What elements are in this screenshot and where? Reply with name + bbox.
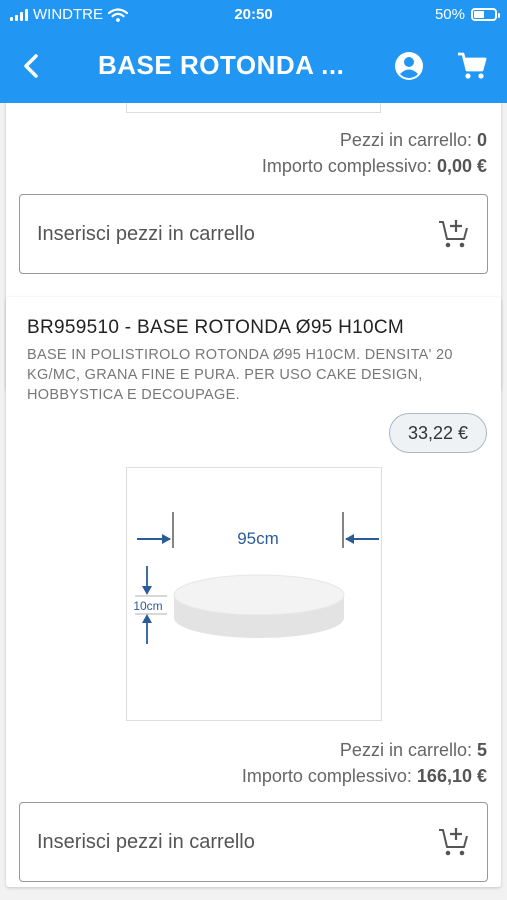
price-badge: 33,22 € bbox=[389, 413, 487, 453]
cart-pieces: Pezzi in carrello: 0 bbox=[262, 127, 487, 153]
product-illustration: 95cm 10cm bbox=[133, 512, 379, 644]
cart-pieces-value: 5 bbox=[476, 740, 487, 760]
status-bar: WINDTRE 20:50 50% bbox=[0, 0, 507, 30]
total-label: Importo complessivo: bbox=[241, 766, 412, 786]
product-card: BR959510 - BASE ROTONDA Ø95 H10CM BASE I… bbox=[6, 297, 501, 887]
status-time: 20:50 bbox=[234, 6, 273, 23]
add-shopping-cart-icon[interactable] bbox=[437, 217, 471, 251]
battery-percent: 50% bbox=[434, 6, 465, 23]
quantity-input[interactable]: Inserisci pezzi in carrello bbox=[19, 194, 488, 274]
total-value: 0,00 € bbox=[436, 156, 487, 176]
back-button[interactable] bbox=[14, 48, 50, 84]
total-amount: Importo complessivo: 0,00 € bbox=[262, 153, 487, 179]
total-value: 166,10 € bbox=[416, 766, 487, 786]
app-header: WINDTRE 20:50 50% BASE ROTONDA ... bbox=[0, 0, 507, 103]
quantity-input[interactable]: Inserisci pezzi in carrello bbox=[19, 802, 488, 882]
cart-info: Pezzi in carrello: 5 Importo complessivo… bbox=[242, 737, 487, 789]
cart-info: Pezzi in carrello: 0 Importo complessivo… bbox=[262, 127, 487, 179]
nav-bar: BASE ROTONDA ... bbox=[0, 30, 507, 103]
total-label: Importo complessivo: bbox=[261, 156, 432, 176]
product-list: Pezzi in carrello: 0 Importo complessivo… bbox=[0, 103, 507, 900]
status-right: 50% bbox=[434, 6, 500, 23]
account-circle-icon[interactable] bbox=[393, 50, 425, 82]
product-description: BASE IN POLISTIROLO ROTONDA Ø95 H10CM. D… bbox=[27, 347, 453, 403]
quantity-input-placeholder: Inserisci pezzi in carrello bbox=[37, 831, 255, 853]
cart-pieces: Pezzi in carrello: 5 bbox=[242, 737, 487, 763]
cart-pieces-value: 0 bbox=[476, 130, 487, 150]
shopping-cart-icon[interactable] bbox=[456, 50, 488, 82]
cart-pieces-label: Pezzi in carrello: bbox=[339, 130, 472, 150]
page-title: BASE ROTONDA ... bbox=[98, 50, 345, 80]
quantity-input-placeholder: Inserisci pezzi in carrello bbox=[37, 223, 255, 245]
product-image bbox=[126, 103, 381, 113]
product-image[interactable]: 95cm 10cm bbox=[126, 467, 382, 721]
total-amount: Importo complessivo: 166,10 € bbox=[242, 763, 487, 789]
battery-icon bbox=[471, 8, 500, 21]
product-title: BR959510 - BASE ROTONDA Ø95 H10CM bbox=[27, 317, 405, 338]
add-shopping-cart-icon[interactable] bbox=[437, 825, 471, 859]
cart-pieces-label: Pezzi in carrello: bbox=[339, 740, 472, 760]
width-label: 95cm bbox=[237, 529, 279, 548]
height-label: 10cm bbox=[133, 599, 162, 613]
